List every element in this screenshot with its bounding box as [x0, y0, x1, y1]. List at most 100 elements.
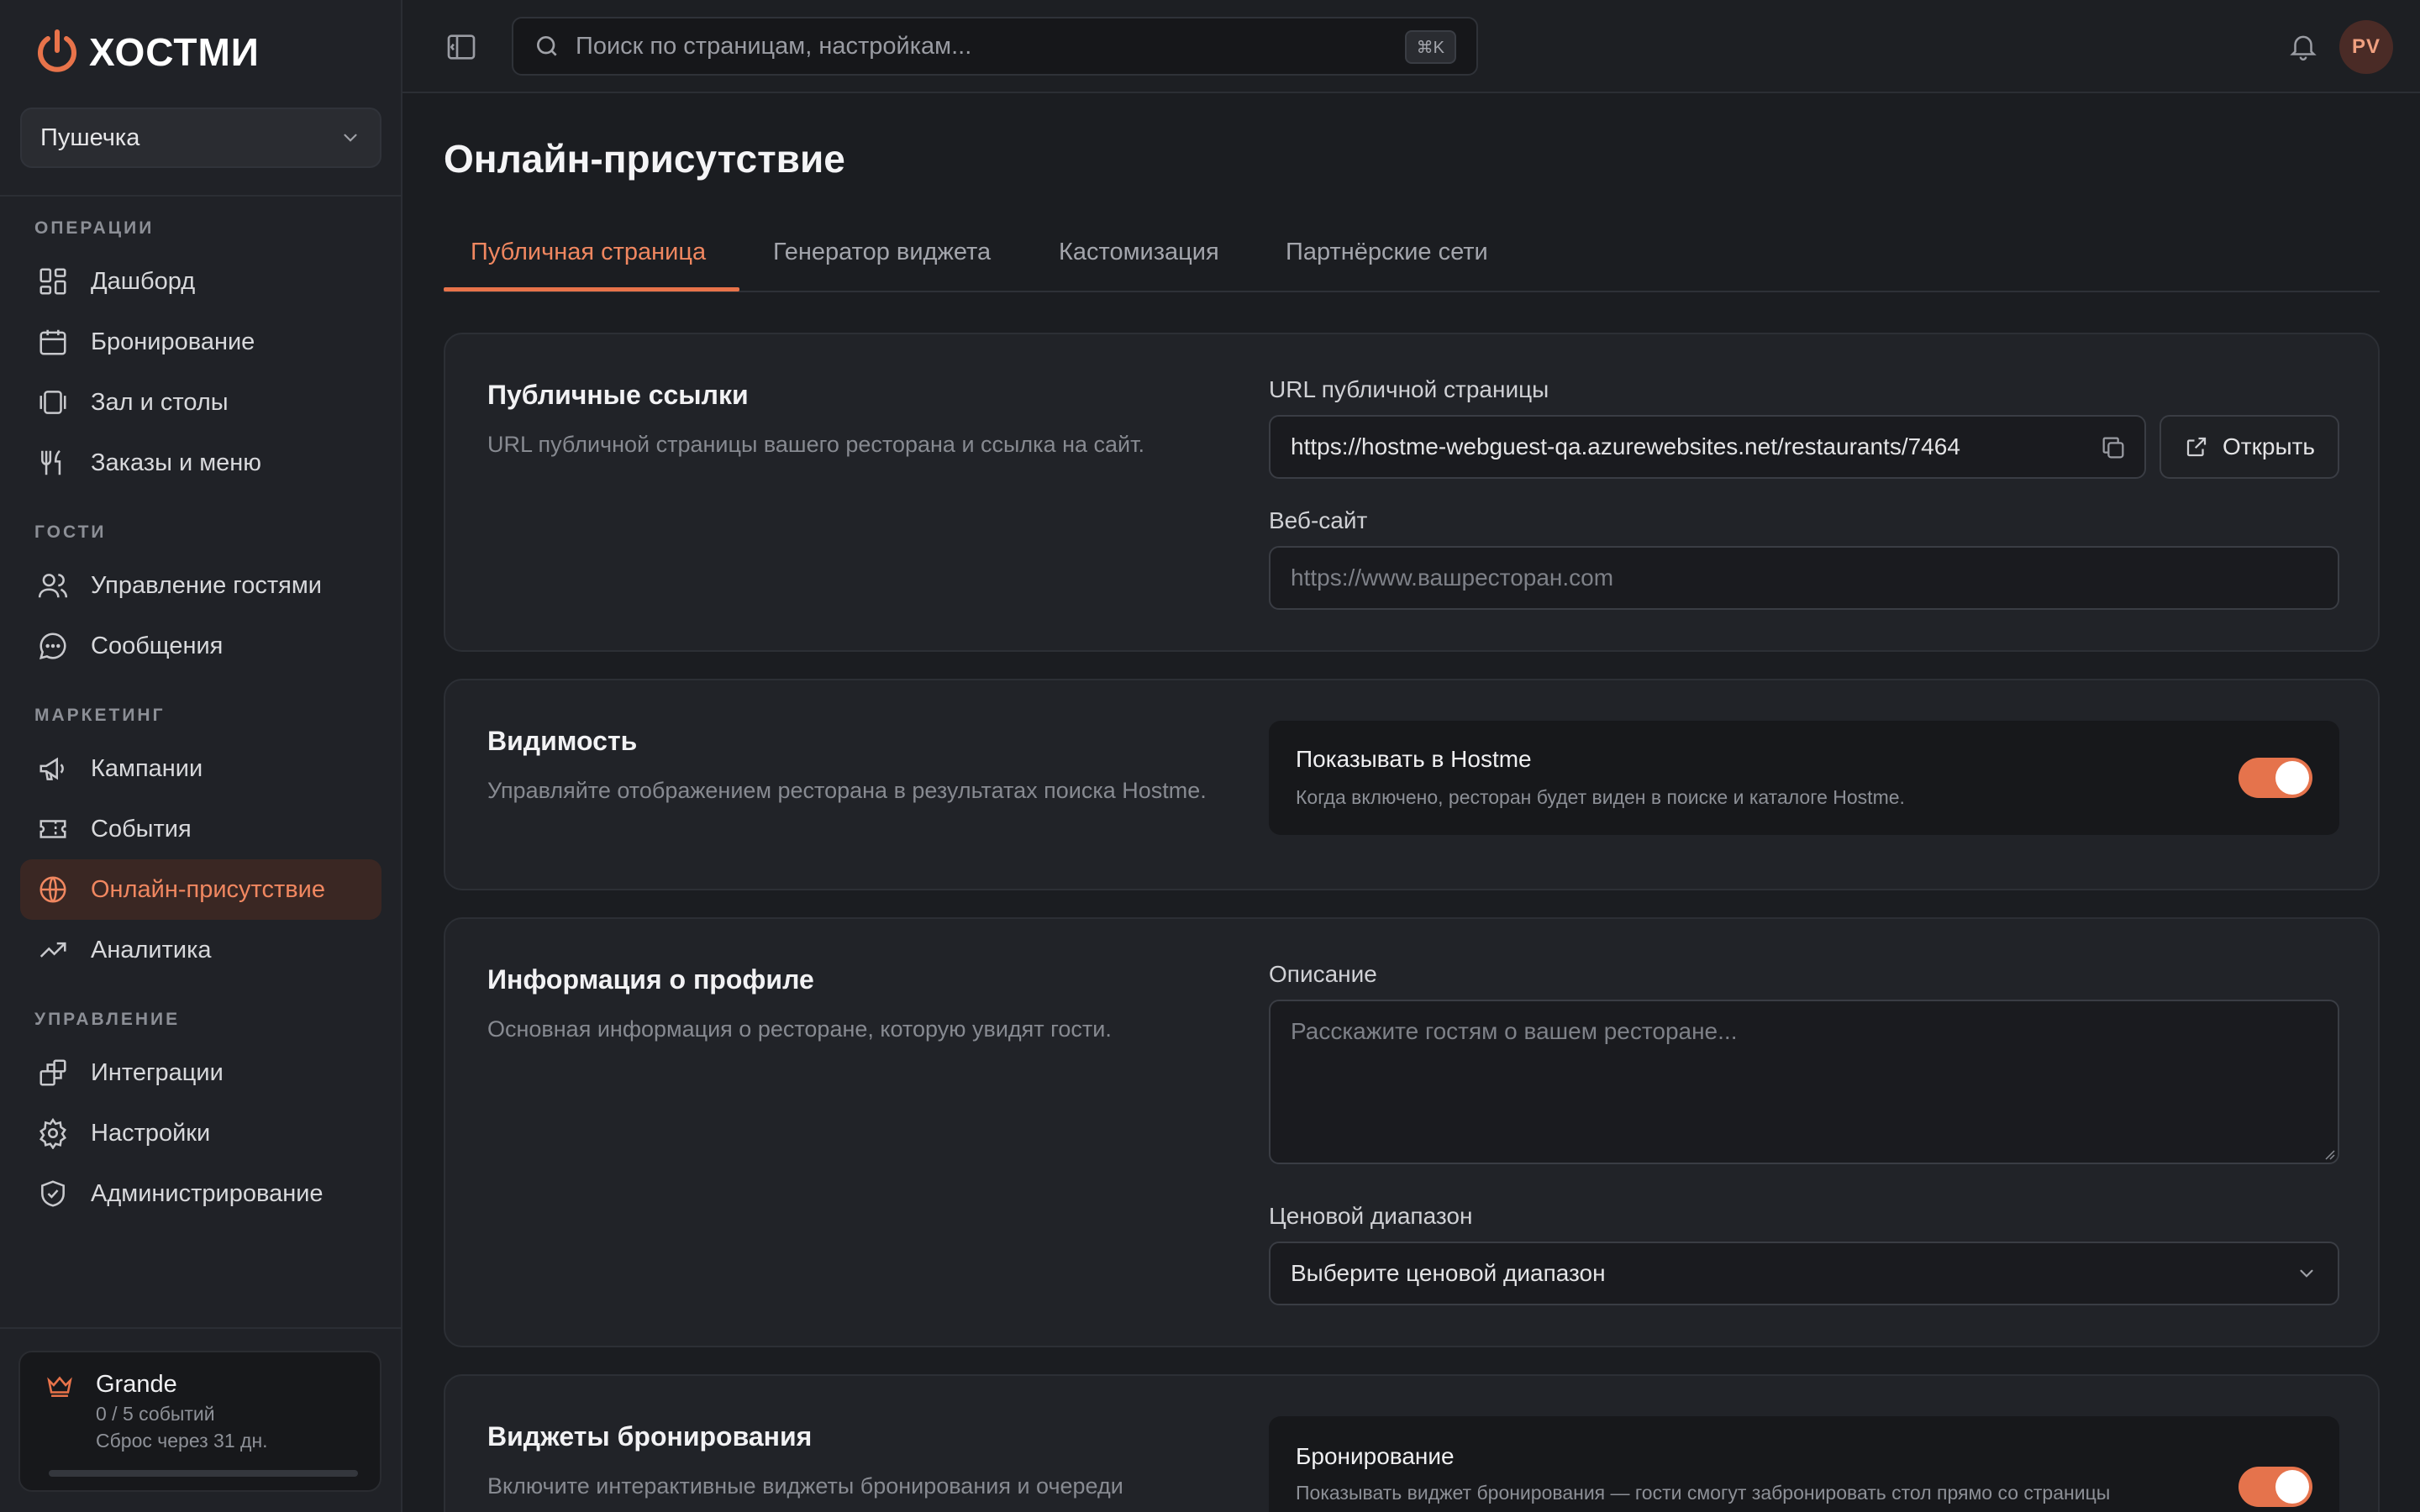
sidebar-item-analytics[interactable]: Аналитика — [20, 920, 381, 980]
card-description: Основная информация о ресторане, которую… — [487, 1016, 1112, 1042]
profile-card: Информация о профиле Основная информация… — [444, 917, 2380, 1347]
sidebar-item-online-presence[interactable]: Онлайн-присутствие — [20, 859, 381, 920]
shortcut-badge: ⌘K — [1404, 30, 1456, 64]
price-range-select[interactable]: Выберите ценовой диапазон — [1269, 1242, 2339, 1305]
section-title-marketing: МАРКЕТИНГ — [34, 706, 166, 725]
visibility-card: Видимость Управляйте отображением рестор… — [444, 679, 2380, 890]
globe-icon — [39, 876, 66, 903]
sidebar-item-label: Сообщения — [91, 632, 224, 659]
url-label: URL публичной страницы — [1269, 376, 1549, 402]
sidebar-item-label: Кампании — [91, 754, 203, 782]
plan-card[interactable]: Grande 0 / 5 событий Сброс через 31 дн. — [18, 1351, 381, 1492]
price-range-value: Выберите ценовой диапазон — [1291, 1260, 1606, 1286]
search-input[interactable] — [576, 32, 1332, 60]
card-title: Видимость — [487, 726, 638, 756]
sidebar-item-label: Интеграции — [91, 1058, 224, 1086]
toggle-knob — [2275, 1470, 2309, 1504]
website-placeholder: https://www.вашресторан.com — [1291, 564, 1614, 591]
sidebar-item-label: Дашборд — [91, 267, 196, 295]
card-description: Управляйте отображением ресторана в резу… — [487, 778, 1207, 803]
sidebar-item-integrations[interactable]: Интеграции — [20, 1042, 381, 1103]
page-title: Онлайн-присутствие — [444, 137, 845, 181]
tab-widget-generator[interactable]: Генератор виджета — [773, 239, 991, 266]
sidebar-item-dashboard[interactable]: Дашборд — [20, 251, 381, 312]
sidebar-item-messages[interactable]: Сообщения — [20, 616, 381, 676]
show-in-hostme-toggle[interactable] — [2238, 758, 2312, 798]
sidebar: ХОСТМИ Пушечка ОПЕРАЦИИ Дашборд Брониров… — [0, 0, 402, 1512]
section-title-operations: ОПЕРАЦИИ — [34, 218, 155, 238]
sidebar-item-label: События — [91, 815, 192, 843]
open-button[interactable]: Открыть — [2160, 415, 2339, 479]
toggle-title: Бронирование — [1296, 1443, 1455, 1469]
divider — [0, 1327, 402, 1329]
resize-handle-icon[interactable] — [2321, 1146, 2336, 1161]
search-box[interactable]: ⌘K — [512, 17, 1478, 76]
booking-widget-toggle[interactable] — [2238, 1467, 2312, 1507]
active-tab-indicator — [444, 287, 739, 291]
copy-icon[interactable] — [2099, 433, 2128, 462]
logo-text: ХОСТМИ — [89, 30, 260, 74]
gear-icon — [39, 1117, 67, 1149]
booking-widget-row: Бронирование Показывать виджет бронирова… — [1269, 1416, 2339, 1512]
sidebar-item-orders[interactable]: Заказы и меню — [20, 433, 381, 493]
sidebar-item-settings[interactable]: Настройки — [20, 1103, 381, 1163]
ticket-icon — [39, 820, 66, 838]
price-range-label: Ценовой диапазон — [1269, 1203, 1473, 1229]
sidebar-item-administration[interactable]: Администрирование — [20, 1163, 381, 1224]
sidebar-item-label: Зал и столы — [91, 388, 229, 416]
chevron-down-icon — [2300, 1269, 2313, 1278]
website-field[interactable]: https://www.вашресторан.com — [1269, 546, 2339, 610]
website-label: Веб-сайт — [1269, 507, 1368, 533]
card-title: Информация о профиле — [487, 964, 814, 995]
plan-reset: Сброс через 31 дн. — [96, 1430, 268, 1452]
tab-customization[interactable]: Кастомизация — [1059, 239, 1219, 266]
toggle-description: Когда включено, ресторан будет виден в п… — [1296, 786, 1905, 808]
description-textarea[interactable]: Расскажите гостям о вашем ресторане... — [1269, 1000, 2339, 1164]
sidebar-item-label: Бронирование — [91, 328, 255, 355]
public-links-card: Публичные ссылки URL публичной страницы … — [444, 333, 2380, 652]
tab-partner-networks[interactable]: Партнёрские сети — [1286, 239, 1488, 266]
sidebar-item-label: Аналитика — [91, 936, 212, 963]
avatar[interactable]: PV — [2339, 20, 2393, 74]
integrations-icon — [39, 1059, 66, 1086]
public-url-value: https://hostme-webguest-qa.azurewebsites… — [1291, 433, 1960, 459]
sidebar-item-tables[interactable]: Зал и столы — [20, 372, 381, 433]
card-title: Виджеты бронирования — [487, 1421, 813, 1452]
tabs: Публичная страница Генератор виджета Кас… — [444, 232, 2380, 292]
sidebar-toggle-icon[interactable] — [445, 30, 478, 64]
power-logo-icon — [38, 29, 76, 72]
toggle-title: Показывать в Hostme — [1296, 746, 1532, 772]
workspace-name: Пушечка — [40, 123, 140, 151]
bell-icon[interactable] — [2287, 30, 2319, 62]
sidebar-item-label: Онлайн-присутствие — [91, 875, 325, 903]
open-button-label: Открыть — [2223, 433, 2315, 459]
sidebar-item-campaigns[interactable]: Кампании — [20, 738, 381, 799]
users-icon — [38, 574, 68, 598]
calendar-icon — [39, 329, 66, 355]
chevron-down-icon — [344, 134, 357, 142]
booking-widgets-card: Виджеты бронирования Включите интерактив… — [444, 1374, 2380, 1512]
toggle-knob — [2275, 761, 2309, 795]
workspace-selector[interactable]: Пушечка — [20, 108, 381, 168]
message-icon — [39, 633, 66, 660]
topbar: ⌘K PV — [402, 0, 2420, 93]
sidebar-item-label: Заказы и меню — [91, 449, 262, 476]
crown-icon — [47, 1376, 72, 1398]
sidebar-item-events[interactable]: События — [20, 799, 381, 859]
public-url-field[interactable]: https://hostme-webguest-qa.azurewebsites… — [1269, 415, 2146, 479]
tab-public-page[interactable]: Публичная страница — [471, 239, 706, 266]
sidebar-item-guests[interactable]: Управление гостями — [20, 555, 381, 616]
external-link-icon — [2186, 437, 2207, 457]
description-label: Описание — [1269, 961, 1377, 987]
divider — [0, 195, 402, 197]
plan-progress-bar — [49, 1470, 358, 1477]
section-title-management: УПРАВЛЕНИЕ — [34, 1010, 181, 1029]
logo[interactable]: ХОСТМИ — [34, 25, 260, 79]
tables-icon — [39, 391, 66, 414]
search-icon — [537, 36, 557, 56]
card-description: Включите интерактивные виджеты бронирова… — [487, 1473, 1123, 1499]
sidebar-item-booking[interactable]: Бронирование — [20, 312, 381, 372]
sidebar-item-label: Управление гостями — [91, 571, 322, 599]
sidebar-item-label: Администрирование — [91, 1179, 324, 1207]
utensils-icon — [41, 449, 61, 475]
